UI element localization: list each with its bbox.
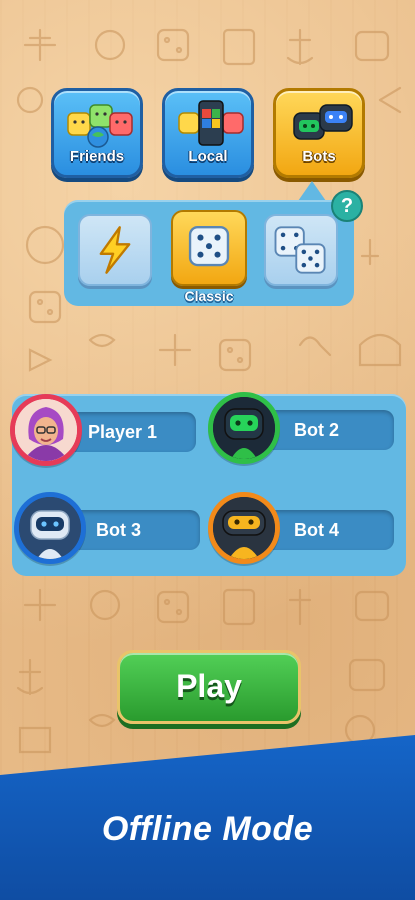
player-name: Bot 4 bbox=[294, 520, 339, 540]
player-name: Player 1 bbox=[88, 422, 158, 442]
play-button[interactable]: Play bbox=[117, 650, 301, 724]
friends-faces-icon bbox=[67, 104, 133, 148]
blue-bot-avatar bbox=[14, 492, 86, 564]
local-phone-icon bbox=[178, 100, 244, 146]
mode-bots-button[interactable]: Bots bbox=[273, 88, 365, 178]
submode-panel: Classic bbox=[64, 200, 354, 306]
submode-classic-label: Classic bbox=[184, 288, 234, 304]
blue-robot-icon bbox=[19, 497, 81, 559]
player-avatar-icon bbox=[15, 399, 77, 461]
player-slot-3[interactable]: Bot 3 bbox=[14, 492, 200, 564]
green-bot-avatar bbox=[208, 392, 280, 464]
two-dice-icon bbox=[274, 226, 326, 274]
single-die-icon bbox=[188, 225, 230, 267]
player-name: Bot 2 bbox=[294, 420, 339, 440]
player-avatar bbox=[10, 394, 82, 466]
player-slot-4[interactable]: Bot 4 bbox=[208, 492, 394, 564]
yellow-bot-avatar bbox=[208, 492, 280, 564]
green-robot-icon bbox=[213, 397, 275, 459]
help-button[interactable]: ? bbox=[331, 190, 363, 222]
lightning-icon bbox=[99, 226, 131, 274]
mode-friends-button[interactable]: Friends bbox=[51, 88, 143, 178]
bots-robot-icon bbox=[293, 104, 353, 140]
mode-bots-label: Bots bbox=[302, 148, 336, 165]
submode-classic-button[interactable] bbox=[171, 210, 247, 286]
player-slot-1[interactable]: Player 1 bbox=[10, 394, 196, 466]
mode-local-label: Local bbox=[188, 148, 228, 165]
submode-panel-pointer bbox=[298, 181, 326, 201]
mode-local-button[interactable]: Local bbox=[162, 88, 254, 178]
footer-title: Offline Mode bbox=[101, 810, 314, 848]
yellow-robot-icon bbox=[213, 497, 275, 559]
submode-two-dice-button[interactable] bbox=[264, 214, 338, 286]
submode-quick-button[interactable] bbox=[78, 214, 152, 286]
player-name: Bot 3 bbox=[96, 520, 141, 540]
player-slot-2[interactable]: Bot 2 bbox=[208, 392, 394, 464]
mode-friends-label: Friends bbox=[69, 148, 125, 165]
players-panel: Player 1 Bot 2 Bot 3 Bot 4 bbox=[10, 392, 406, 576]
